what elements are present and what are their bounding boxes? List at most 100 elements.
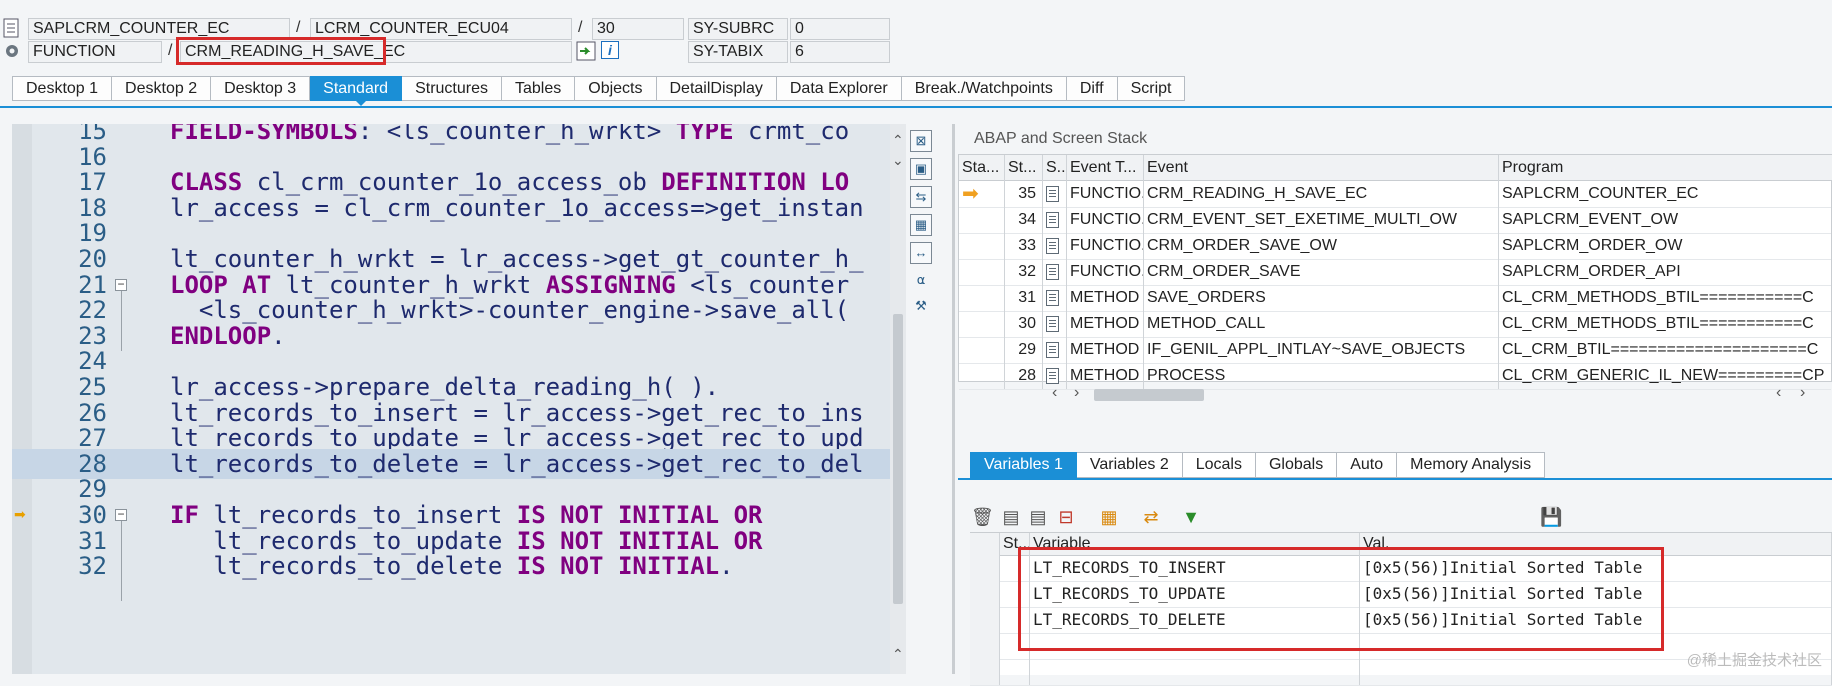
tab-break-watchpoints[interactable]: Break./Watchpoints — [901, 76, 1067, 101]
stack-row[interactable]: 33 FUNCTIO...CRM_ORDER_SAVE_OWSAPLCRM_ORD… — [959, 233, 1831, 260]
trash-icon[interactable]: 🗑 — [971, 506, 994, 528]
navigate-icon[interactable] — [576, 41, 596, 61]
row-selector[interactable] — [970, 607, 1000, 633]
separator: / — [578, 19, 583, 36]
variable-value[interactable]: [0x5(56)]Initial Sorted Table — [1360, 581, 1832, 607]
tab-desktop-3[interactable]: Desktop 3 — [211, 76, 311, 101]
variables-column-header[interactable]: St... — [1000, 533, 1030, 555]
event-type-icon — [1043, 233, 1067, 259]
chevron-left-icon[interactable]: ‹ — [1052, 384, 1057, 402]
tab-objects[interactable]: Objects — [575, 76, 657, 101]
variable-row[interactable]: LT_RECORDS_TO_INSERT [0x5(56)]Initial Sor… — [970, 555, 1832, 582]
stack-cell-etype: METHOD — [1067, 311, 1144, 337]
info-icon[interactable]: i — [601, 41, 619, 59]
pane-divider[interactable] — [952, 124, 955, 674]
close-window-icon[interactable]: ⊠ — [910, 130, 932, 152]
event-type-icon — [1043, 337, 1067, 363]
stack-row[interactable]: 32 FUNCTIO...CRM_ORDER_SAVESAPLCRM_ORDER_… — [959, 259, 1831, 286]
editor-vscrollbar[interactable]: ⌃ ⌄ ⌃ — [890, 124, 906, 674]
stack-row[interactable]: 29 METHOD IF_GENIL_APPL_INTLAY~SAVE_OBJECT… — [959, 337, 1831, 364]
insert-row-icon[interactable]: ▤ — [1000, 506, 1022, 528]
tab-desktop-2[interactable]: Desktop 2 — [112, 76, 212, 101]
code-editor[interactable]: 15 FIELD-SYMBOLS: <ls_counter_h_wrkt> TYP… — [12, 124, 890, 674]
new-document-icon[interactable]: ▣ — [910, 158, 932, 180]
chevron-down-icon[interactable]: ⌄ — [892, 152, 904, 169]
save-icon[interactable]: 💾 — [1540, 506, 1562, 528]
variable-value[interactable]: [0x5(56)]Initial Sorted Table — [1360, 607, 1832, 633]
maximize-icon[interactable]: ▦ — [910, 214, 932, 236]
swap-icon[interactable]: ⇆ — [910, 186, 932, 208]
fold-line — [121, 290, 122, 351]
chevron-right-icon[interactable]: › — [1800, 384, 1805, 402]
fold-toggle-icon[interactable]: − — [115, 508, 127, 521]
stack-column-header[interactable]: S.. — [1043, 155, 1067, 181]
append-row-icon[interactable]: ▤ — [1027, 506, 1049, 528]
tree-icon[interactable]: ▼ — [1180, 506, 1202, 528]
line-field[interactable]: 30 — [592, 18, 684, 40]
row-selector-header[interactable] — [970, 533, 1000, 555]
stack-column-header[interactable]: Program — [1499, 155, 1832, 181]
stack-row[interactable]: 34 FUNCTIO...CRM_EVENT_SET_EXETIME_MULTI_… — [959, 207, 1831, 234]
code-line[interactable]: 32 lt_records_to_delete IS NOT INITIAL. — [12, 551, 890, 581]
vartab-memory-analysis[interactable]: Memory Analysis — [1397, 452, 1546, 478]
variable-name[interactable] — [1030, 633, 1360, 659]
row-selector[interactable] — [970, 633, 1000, 659]
stack-hscroll-thumb[interactable] — [1094, 389, 1204, 401]
tab-desktop-1[interactable]: Desktop 1 — [12, 76, 113, 101]
tab-data-explorer[interactable]: Data Explorer — [776, 76, 902, 101]
stack-column-header[interactable]: Event — [1144, 155, 1499, 181]
stack-row[interactable]: 31 METHOD SAVE_ORDERS CL_CRM_METHODS_BTIL==… — [959, 285, 1831, 312]
variable-row[interactable]: LT_RECORDS_TO_UPDATE [0x5(56)]Initial Sor… — [970, 581, 1832, 608]
tab-tables[interactable]: Tables — [502, 76, 576, 101]
tab-standard[interactable]: Standard — [310, 76, 403, 101]
type-field[interactable]: FUNCTION — [28, 41, 162, 63]
stack-cell-event: IF_GENIL_APPL_INTLAY~SAVE_OBJECTS — [1144, 337, 1499, 363]
grid-icon[interactable]: ▦ — [1098, 506, 1120, 528]
chevron-left-icon[interactable]: ‹ — [1776, 384, 1781, 402]
resize-horizontal-icon[interactable]: ↔ — [910, 242, 932, 264]
variable-name[interactable]: LT_RECORDS_TO_DELETE — [1030, 607, 1360, 633]
stack-row[interactable]: 30 METHOD METHOD_CALL CL_CRM_METHODS_BTIL==… — [959, 311, 1831, 338]
stack-cell-no: 33 — [1005, 233, 1043, 259]
chevron-up-icon[interactable]: ⌃ — [892, 132, 904, 149]
vartab-variables-2[interactable]: Variables 2 — [1076, 452, 1183, 478]
stack-cell-program: CL_CRM_BTIL=====================C — [1499, 337, 1832, 363]
editor-scroll-thumb[interactable] — [893, 314, 903, 604]
fold-toggle-icon[interactable]: − — [115, 278, 127, 291]
tab-diff[interactable]: Diff — [1066, 76, 1118, 101]
variable-value[interactable]: [0x5(56)]Initial Sorted Table — [1360, 555, 1832, 581]
variables-column-header[interactable]: Val. — [1360, 533, 1832, 555]
tab-structures[interactable]: Structures — [402, 76, 502, 101]
tools-icon[interactable]: ⚒ — [910, 296, 932, 318]
stack-panel: ABAP and Screen Stack Sta... St... S.. Even… — [958, 124, 1832, 409]
chevron-up-icon[interactable]: ⌃ — [892, 646, 904, 663]
stack-column-header[interactable]: St... — [1005, 155, 1043, 181]
include-field[interactable]: LCRM_COUNTER_ECU04 — [310, 18, 572, 40]
row-selector[interactable] — [970, 581, 1000, 607]
vartab-variables-1[interactable]: Variables 1 — [970, 452, 1077, 478]
program-field[interactable]: SAPLCRM_COUNTER_EC — [28, 18, 290, 40]
variable-name[interactable]: LT_RECORDS_TO_INSERT — [1030, 555, 1360, 581]
variable-row[interactable]: LT_RECORDS_TO_DELETE [0x5(56)]Initial Sor… — [970, 607, 1832, 634]
current-line-arrow-icon: ➡ — [14, 506, 26, 522]
row-selector[interactable] — [970, 659, 1000, 685]
stack-column-header[interactable]: Event T... — [1067, 155, 1144, 181]
stack-row[interactable]: ➡35 FUNCTIO...CRM_READING_H_SAVE_ECSAPLCR… — [959, 181, 1831, 208]
stack-hscrollbar[interactable]: ‹ › ‹ › — [1044, 384, 1832, 402]
variable-name[interactable]: LT_RECORDS_TO_UPDATE — [1030, 581, 1360, 607]
vartab-auto[interactable]: Auto — [1337, 452, 1398, 478]
line-number: 32 — [78, 552, 107, 581]
tab-detaildisplay[interactable]: DetailDisplay — [656, 76, 777, 101]
vartab-locals[interactable]: Locals — [1182, 452, 1256, 478]
function-name-field[interactable]: CRM_READING_H_SAVE_EC — [180, 41, 572, 63]
headset-icon[interactable]: ⍺ — [910, 270, 932, 292]
transfer-icon[interactable]: ⇄ — [1140, 506, 1162, 528]
variables-column-header[interactable]: Variable — [1030, 533, 1360, 555]
chevron-right-icon[interactable]: › — [1074, 384, 1079, 402]
row-selector[interactable] — [970, 555, 1000, 581]
variable-name[interactable] — [1030, 659, 1360, 685]
vartab-globals[interactable]: Globals — [1255, 452, 1338, 478]
tab-script[interactable]: Script — [1117, 76, 1186, 101]
delete-row-icon[interactable]: ⊟ — [1055, 506, 1077, 528]
stack-column-header[interactable]: Sta... — [959, 155, 1005, 181]
